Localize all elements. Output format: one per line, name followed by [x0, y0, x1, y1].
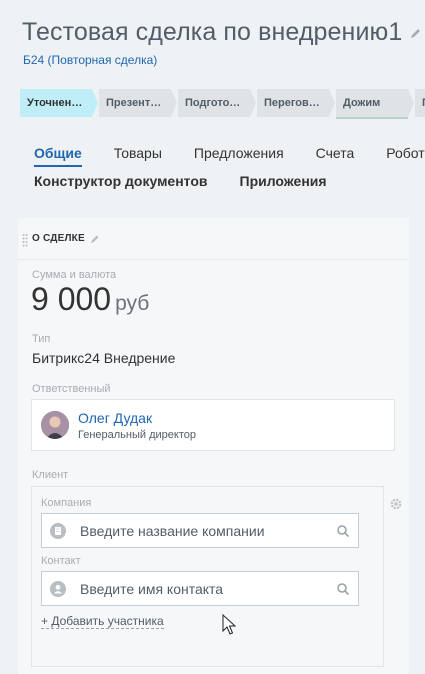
currency: руб: [115, 292, 150, 315]
amount-label: Сумма и валюта: [32, 269, 117, 281]
company-label: Компания: [41, 497, 92, 509]
contact-search: [41, 571, 359, 606]
stage-item[interactable]: Подгото…: [178, 89, 256, 117]
title-row: Тестовая сделка по внедрению1: [22, 18, 425, 47]
deal-info-card: О СДЕЛКЕ Сумма и валюта 9 000 руб Тип Бит…: [18, 218, 409, 674]
stage-item[interactable]: П: [415, 89, 425, 117]
tab-document-builder[interactable]: Конструктор документов: [34, 173, 208, 189]
stage-label: Уточнен…: [27, 97, 83, 109]
company-search: [41, 513, 359, 548]
stage-label: Подгото…: [185, 97, 241, 109]
contact-search-input[interactable]: [80, 579, 330, 599]
add-member-link[interactable]: + Добавить участника: [41, 614, 164, 629]
card-header: О СДЕЛКЕ: [18, 230, 409, 260]
stage-label: Перегов…: [264, 97, 320, 109]
company-icon: [50, 523, 66, 539]
search-icon[interactable]: [336, 524, 350, 538]
stage-bar: Уточнен… Презент… Подгото… Перегов… Дожи…: [20, 89, 425, 119]
tab-robots[interactable]: Роботы: [386, 145, 425, 167]
drag-handle-icon[interactable]: [22, 233, 28, 247]
tab-invoices[interactable]: Счета: [316, 145, 355, 167]
avatar[interactable]: [41, 411, 69, 439]
page-title: Тестовая сделка по внедрению1: [22, 18, 403, 46]
amount-number: 9 000: [31, 281, 112, 317]
pencil-icon[interactable]: [410, 27, 422, 39]
stage-item[interactable]: Дожим: [336, 89, 414, 119]
stage-item[interactable]: Перегов…: [257, 89, 335, 117]
amount-value[interactable]: 9 000 руб: [31, 281, 149, 318]
tab-quotes[interactable]: Предложения: [194, 145, 284, 167]
tab-applications[interactable]: Приложения: [240, 173, 327, 189]
mouse-cursor-icon: [222, 614, 236, 635]
tab-bar-secondary: Конструктор документов Приложения: [34, 173, 327, 189]
search-icon[interactable]: [336, 582, 350, 596]
stage-label: Презент…: [106, 97, 162, 109]
stage-underline: [336, 117, 408, 119]
responsible-name[interactable]: Олег Дудак: [78, 410, 152, 426]
responsible-label: Ответственный: [32, 383, 111, 395]
tab-bar: Общие Товары Предложения Счета Роботы: [34, 145, 425, 167]
contact-icon: [50, 581, 66, 597]
tab-general[interactable]: Общие: [34, 145, 82, 167]
client-label: Клиент: [32, 469, 69, 481]
stage-item[interactable]: Уточнен…: [20, 89, 98, 117]
type-label: Тип: [32, 333, 51, 345]
tab-products[interactable]: Товары: [114, 145, 162, 167]
card-title: О СДЕЛКЕ: [32, 233, 85, 244]
responsible-position: Генеральный директор: [78, 429, 196, 441]
type-value[interactable]: Битрикс24 Внедрение: [32, 350, 175, 366]
edit-section-icon[interactable]: [90, 234, 100, 244]
client-box: Компания Контакт + Добавить участника: [31, 486, 384, 667]
stage-item[interactable]: Презент…: [99, 89, 177, 117]
contact-label: Контакт: [41, 555, 81, 567]
gear-icon[interactable]: [389, 497, 403, 511]
responsible-box: Олег Дудак Генеральный директор: [31, 399, 395, 451]
company-search-input[interactable]: [80, 521, 330, 541]
stage-label: Дожим: [343, 97, 381, 109]
deal-category-link[interactable]: Б24 (Повторная сделка): [23, 53, 157, 67]
